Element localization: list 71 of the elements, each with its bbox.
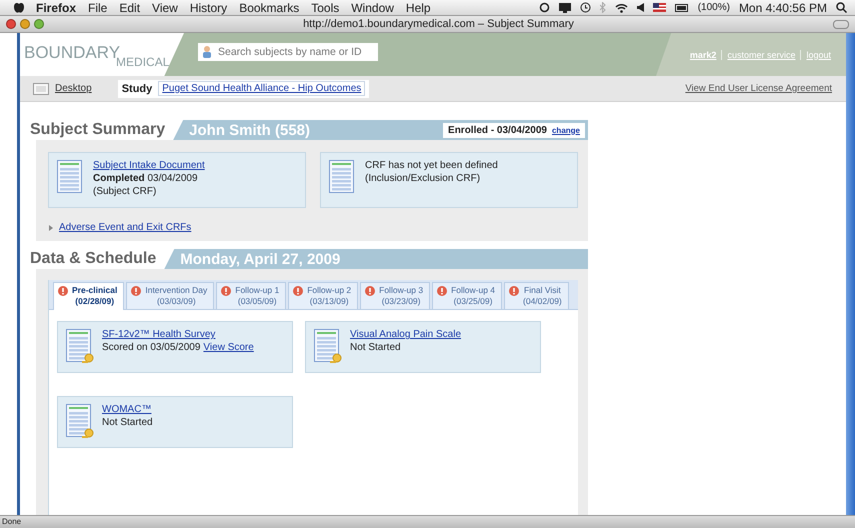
menu-item[interactable]: Bookmarks — [239, 0, 300, 14]
alert-icon — [58, 286, 68, 296]
alert-icon — [293, 286, 304, 296]
clock-history-icon[interactable] — [580, 2, 591, 13]
display-icon[interactable] — [558, 2, 571, 12]
alert-icon — [221, 286, 232, 296]
battery-icon[interactable] — [674, 4, 689, 12]
study-label: Study — [122, 82, 152, 94]
menu-item[interactable]: Edit — [119, 0, 140, 14]
alert-icon — [437, 286, 448, 296]
section-title: Data & Schedule — [29, 249, 158, 269]
window-title: http://demo1.boundarymedical.com – Subject Summary — [302, 18, 575, 30]
desktop-link[interactable]: Desktop — [55, 83, 92, 94]
view-score-link[interactable]: View Score — [203, 342, 254, 354]
search-field[interactable]: Search subjects by name or ID — [198, 43, 378, 61]
document-text: (Inclusion/Exclusion CRF) — [365, 173, 482, 185]
document-icon — [329, 160, 357, 196]
expand-arrow-icon[interactable] — [48, 224, 54, 230]
menu-item[interactable]: Tools — [311, 0, 340, 14]
document-text: CRF has not yet been defined — [365, 160, 498, 172]
visit-tab[interactable]: Intervention Day (03/03/09) — [126, 282, 214, 309]
person-search-icon — [202, 45, 214, 59]
document-text: (Subject CRF) — [93, 186, 158, 198]
menu-item[interactable]: History — [190, 0, 228, 14]
form-status: Not Started — [350, 342, 401, 354]
battery-percent: (100%) — [698, 0, 730, 14]
visit-tab[interactable]: Final Visit (04/02/09) — [504, 282, 569, 309]
form-status: Not Started — [102, 417, 153, 429]
document-key-icon — [66, 329, 94, 365]
window-minimize-icon[interactable] — [20, 19, 30, 29]
alert-icon — [365, 286, 376, 296]
expander-link[interactable]: Adverse Event and Exit CRFs — [59, 222, 192, 233]
sync-icon[interactable] — [538, 2, 550, 13]
document-key-icon — [314, 329, 342, 365]
eula-link[interactable]: View End User License Agreement — [685, 83, 832, 94]
volume-icon[interactable] — [636, 3, 644, 12]
visit-tab[interactable]: Follow-up 1 (03/05/09) — [216, 282, 286, 309]
menu-item[interactable]: File — [88, 0, 108, 14]
form-link[interactable]: WOMAC™ — [102, 404, 153, 416]
visit-tab[interactable]: Follow-up 3 (03/23/09) — [360, 282, 430, 309]
visit-tab[interactable]: Pre-clinical (02/28/09) — [53, 282, 124, 310]
search-icon[interactable] — [836, 2, 847, 13]
window-close-icon[interactable] — [6, 19, 16, 29]
form-status: Scored on 03/05/2009 — [102, 342, 200, 354]
schedule-date: Monday, April 27, 2009 — [180, 250, 340, 268]
subject-name: John Smith (558) — [189, 122, 310, 138]
document-link[interactable]: Subject Intake Document — [93, 160, 205, 172]
menu-clock[interactable]: Mon 4:40:56 PM — [738, 0, 827, 14]
status-bar: Done — [0, 515, 855, 528]
toolbar-toggle-icon[interactable] — [833, 20, 849, 28]
visit-tab[interactable]: Follow-up 4 (03/25/09) — [432, 282, 502, 309]
form-link[interactable]: Visual Analog Pain Scale — [350, 329, 462, 341]
alert-icon — [509, 286, 520, 296]
wifi-icon[interactable] — [614, 2, 628, 12]
menu-item[interactable]: View — [152, 0, 178, 14]
window-zoom-icon[interactable] — [34, 19, 44, 29]
document-key-icon — [66, 404, 94, 440]
menu-item[interactable]: Help — [406, 0, 431, 14]
flag-icon[interactable] — [652, 3, 666, 12]
change-link[interactable]: change — [552, 126, 580, 134]
enrollment-date: Enrolled - 03/04/2009 — [448, 124, 547, 136]
menu-item[interactable]: Window — [351, 0, 394, 14]
alert-icon — [131, 286, 142, 296]
section-title: Subject Summary — [29, 120, 166, 140]
document-icon — [57, 160, 85, 196]
desktop-icon — [33, 82, 49, 94]
document-text: Completed 03/04/2009 — [93, 173, 198, 185]
study-link[interactable]: Puget Sound Health Alliance - Hip Outcomes — [158, 81, 366, 96]
menu-item[interactable]: Firefox — [36, 0, 76, 14]
form-link[interactable]: SF-12v2™ Health Survey — [102, 329, 254, 341]
visit-tab[interactable]: Follow-up 2 (03/13/09) — [288, 282, 358, 309]
